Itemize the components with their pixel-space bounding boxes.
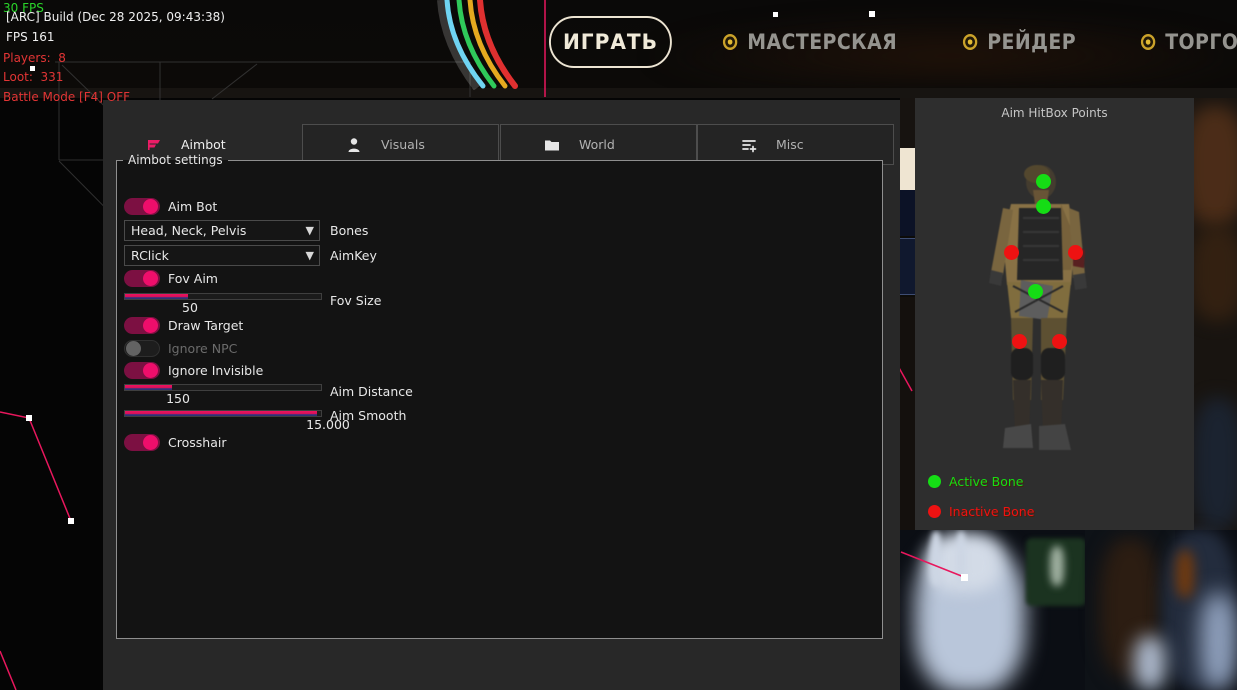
build-info: [ARC] Build (Dec 28 2025, 09:43:38) xyxy=(6,10,225,24)
fov-aim-label: Fov Aim xyxy=(168,271,218,286)
legend-label: Active Bone xyxy=(949,474,1023,489)
coin-icon xyxy=(962,33,978,51)
slider-fill xyxy=(125,294,188,299)
bone-dot-left-shoulder xyxy=(1004,245,1019,260)
aim-bot-label: Aim Bot xyxy=(168,199,217,214)
tab-label: Misc xyxy=(776,137,804,152)
legend-active-bone: Active Bone xyxy=(928,474,1023,489)
draw-target-toggle[interactable] xyxy=(124,317,160,334)
aim-distance-label: Aim Distance xyxy=(330,384,413,399)
aim-bot-toggle[interactable] xyxy=(124,198,160,215)
players-count: Players: 8 xyxy=(3,51,66,65)
legend-inactive-bone: Inactive Bone xyxy=(928,504,1034,519)
aim-smooth-label: Aim Smooth xyxy=(330,408,406,423)
bones-dropdown[interactable]: Head, Neck, Pelvis ▼ xyxy=(124,220,320,241)
flag-icon xyxy=(145,136,163,154)
bone-dot-head xyxy=(1036,174,1051,189)
battle-mode: Battle Mode [F4] OFF xyxy=(3,90,130,104)
tab-label: World xyxy=(579,137,615,152)
esp-debug-text: 30 FPS [ARC] Build (Dec 28 2025, 09:43:3… xyxy=(0,0,400,110)
ignore-npc-toggle[interactable] xyxy=(124,340,160,357)
toggle-knob xyxy=(143,363,158,378)
inactive-bone-dot-icon xyxy=(928,505,941,518)
fov-size-label: Fov Size xyxy=(330,293,381,308)
slider-fill xyxy=(125,385,172,390)
menu-item-raider[interactable]: РЕЙДЕР xyxy=(962,29,1076,55)
coin-icon xyxy=(1140,33,1156,51)
loot-count: Loot: 331 xyxy=(3,70,63,84)
chevron-down-icon: ▼ xyxy=(306,224,314,237)
ignore-npc-label: Ignore NPC xyxy=(168,341,237,356)
toggle-knob xyxy=(143,435,158,450)
coin-icon xyxy=(722,33,738,51)
hitbox-panel-title: Aim HitBox Points xyxy=(915,106,1194,120)
bone-dot-pelvis xyxy=(1028,284,1043,299)
bone-dot-neck xyxy=(1036,199,1051,214)
aim-distance-value: 150 xyxy=(166,391,190,406)
bones-selected-value: Head, Neck, Pelvis xyxy=(131,223,246,238)
tab-label: Aimbot xyxy=(181,137,226,152)
cheat-menu-panel: Aimbot Visuals World Misc xyxy=(103,100,900,690)
sliders-plus-icon xyxy=(740,136,758,154)
fov-aim-toggle[interactable] xyxy=(124,270,160,287)
bones-label: Bones xyxy=(330,223,368,238)
bone-dot-left-hip xyxy=(1012,334,1027,349)
menu-item-label: ТОРГО xyxy=(1165,30,1237,54)
toggle-knob xyxy=(143,199,158,214)
group-title: Aimbot settings xyxy=(123,153,228,167)
bone-dot-right-hip xyxy=(1052,334,1067,349)
toggle-knob xyxy=(143,318,158,333)
menu-item-trade[interactable]: ТОРГО xyxy=(1140,29,1237,55)
crosshair-label: Crosshair xyxy=(168,435,226,450)
aimkey-dropdown[interactable]: RClick ▼ xyxy=(124,245,320,266)
menu-item-label: МАСТЕРСКАЯ xyxy=(747,30,897,54)
tab-label: Visuals xyxy=(381,137,425,152)
aim-distance-slider[interactable] xyxy=(124,384,322,391)
active-bone-dot-icon xyxy=(928,475,941,488)
ignore-invisible-toggle[interactable] xyxy=(124,362,160,379)
screen: 30 FPS [ARC] Build (Dec 28 2025, 09:43:3… xyxy=(0,0,1237,690)
aim-smooth-slider[interactable] xyxy=(124,410,322,417)
chevron-down-icon: ▼ xyxy=(306,249,314,262)
crosshair-toggle[interactable] xyxy=(124,434,160,451)
legend-label: Inactive Bone xyxy=(949,504,1034,519)
hitbox-preview-panel: Aim HitBox Points xyxy=(915,98,1194,530)
fov-size-value: 50 xyxy=(182,300,198,315)
menu-item-workshop[interactable]: МАСТЕРСКАЯ xyxy=(722,29,897,55)
menu-item-label: РЕЙДЕР xyxy=(987,30,1076,54)
fps-text: FPS 161 xyxy=(6,30,54,44)
slider-fill xyxy=(125,411,317,416)
ignore-invisible-label: Ignore Invisible xyxy=(168,363,263,378)
folder-icon xyxy=(543,136,561,154)
toggle-knob xyxy=(143,271,158,286)
draw-target-label: Draw Target xyxy=(168,318,243,333)
fov-size-slider[interactable] xyxy=(124,293,322,300)
bone-dot-right-shoulder xyxy=(1068,245,1083,260)
aimkey-label: AimKey xyxy=(330,248,377,263)
toggle-knob xyxy=(126,341,141,356)
play-button[interactable]: ИГРАТЬ xyxy=(549,16,672,68)
aimkey-selected-value: RClick xyxy=(131,248,169,263)
aimbot-settings-group: Aimbot settings Aim Bot Head, Neck, Pelv… xyxy=(116,153,883,639)
person-icon xyxy=(345,136,363,154)
